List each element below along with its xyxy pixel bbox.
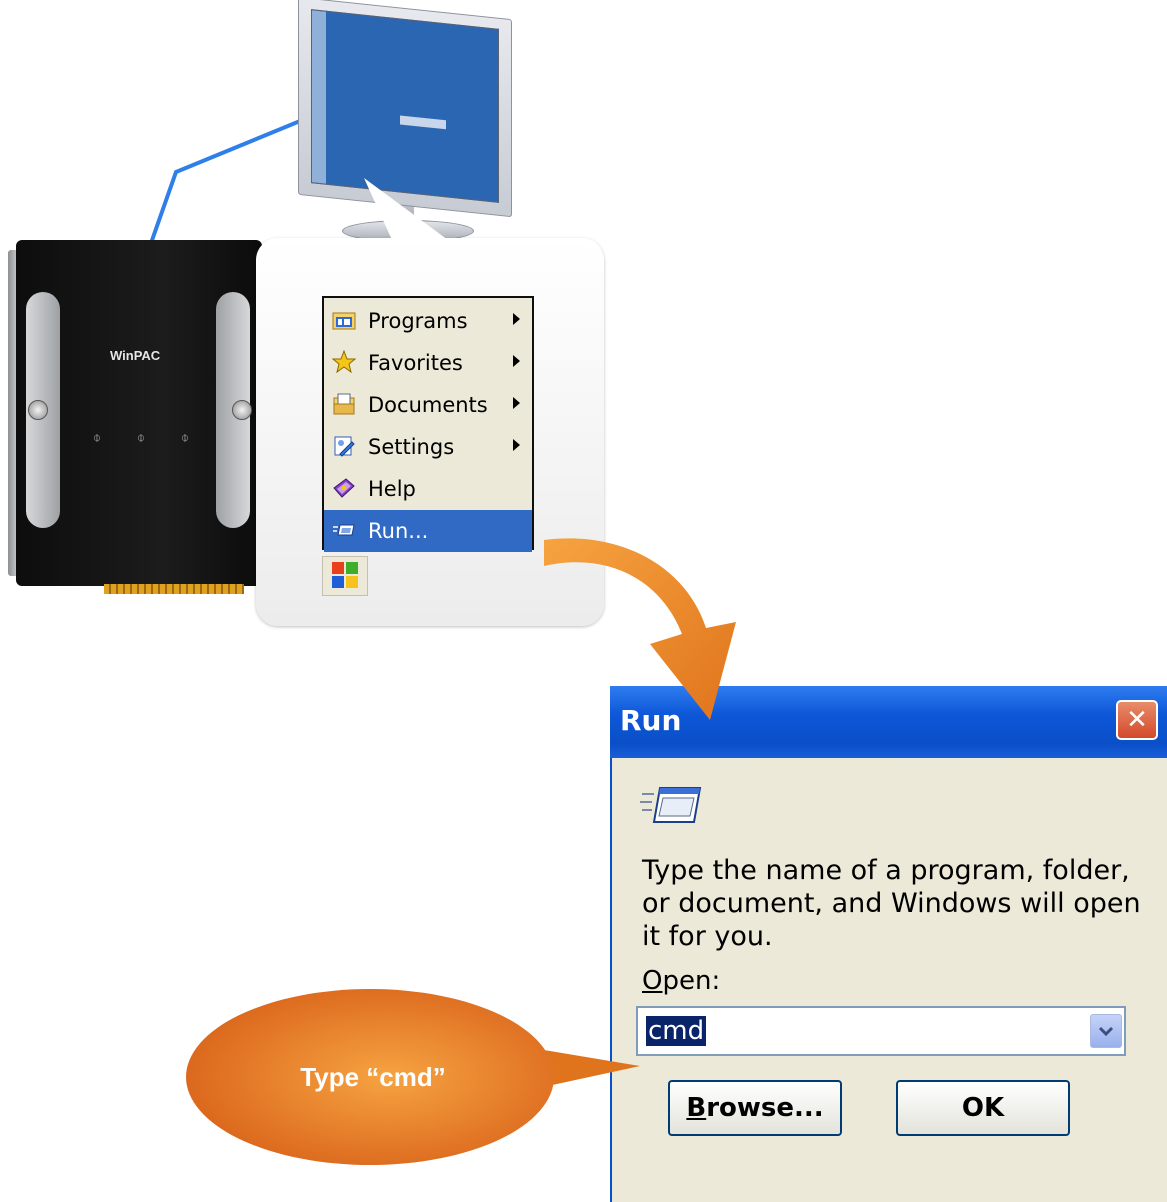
monitor-taskbar [312, 10, 326, 184]
device-brand-logo: WinPAC [110, 348, 161, 363]
monitor-bezel [298, 0, 512, 218]
run-dialog: Run ✕ Type the name of a program, folder… [610, 686, 1167, 1202]
browse-button[interactable]: Browse... [668, 1080, 842, 1136]
submenu-arrow-icon [513, 313, 520, 325]
menu-item-label: Help [368, 477, 416, 501]
monitor-wallpaper-logo [400, 115, 446, 130]
device-screw-icon [232, 400, 252, 420]
close-icon: ✕ [1126, 705, 1148, 735]
monitor-illustration [298, 0, 512, 242]
help-book-icon [333, 478, 355, 498]
settings-icon [334, 436, 355, 457]
combo-dropdown-button[interactable] [1090, 1014, 1122, 1048]
start-menu: Programs Favorites Documents Settings He… [322, 296, 534, 552]
menu-item-label: Favorites [368, 351, 463, 375]
winpac-controller: WinPAC ⌽ ⌽ ⌽ [8, 240, 266, 594]
open-combobox[interactable]: cmd [636, 1006, 1126, 1056]
windows-flag-icon [332, 562, 358, 588]
dialog-titlebar[interactable]: Run ✕ [610, 686, 1167, 758]
submenu-arrow-icon [513, 397, 520, 409]
dialog-title: Run [620, 704, 682, 737]
run-icon [333, 524, 355, 536]
ok-button[interactable]: OK [896, 1080, 1070, 1136]
monitor-screen [311, 9, 499, 203]
led-indicator-icon: ⌽ [92, 430, 102, 446]
open-label: Open: [642, 966, 721, 996]
device-terminal-block [104, 584, 244, 594]
menu-item-label: Documents [368, 393, 488, 417]
menu-item-programs[interactable]: Programs [324, 300, 532, 342]
menu-item-documents[interactable]: Documents [324, 384, 532, 426]
menu-item-run[interactable]: Run... [324, 510, 532, 552]
submenu-arrow-icon [513, 355, 520, 367]
menu-item-help[interactable]: Help [324, 468, 532, 510]
callout-label: Type “cmd” [300, 1062, 446, 1092]
run-program-icon [640, 787, 702, 823]
dialog-body: Type the name of a program, folder, or d… [610, 758, 1167, 1202]
submenu-arrow-icon [513, 439, 520, 451]
favorites-star-icon [332, 350, 356, 374]
device-screw-icon [28, 400, 48, 420]
menu-item-settings[interactable]: Settings [324, 426, 532, 468]
chevron-down-icon [1098, 1026, 1114, 1037]
menu-item-favorites[interactable]: Favorites [324, 342, 532, 384]
led-indicator-icon: ⌽ [136, 430, 146, 446]
menu-item-label: Settings [368, 435, 455, 459]
programs-folder-icon [332, 312, 356, 330]
menu-item-label: Run... [368, 519, 429, 543]
led-indicator-icon: ⌽ [180, 430, 190, 446]
close-button[interactable]: ✕ [1116, 700, 1158, 740]
menu-item-label: Programs [368, 309, 468, 333]
start-button[interactable] [322, 556, 368, 596]
open-input-value[interactable]: cmd [646, 1016, 707, 1046]
run-instruction-text: Type the name of a program, folder, or d… [642, 855, 1141, 952]
documents-icon [333, 393, 355, 415]
